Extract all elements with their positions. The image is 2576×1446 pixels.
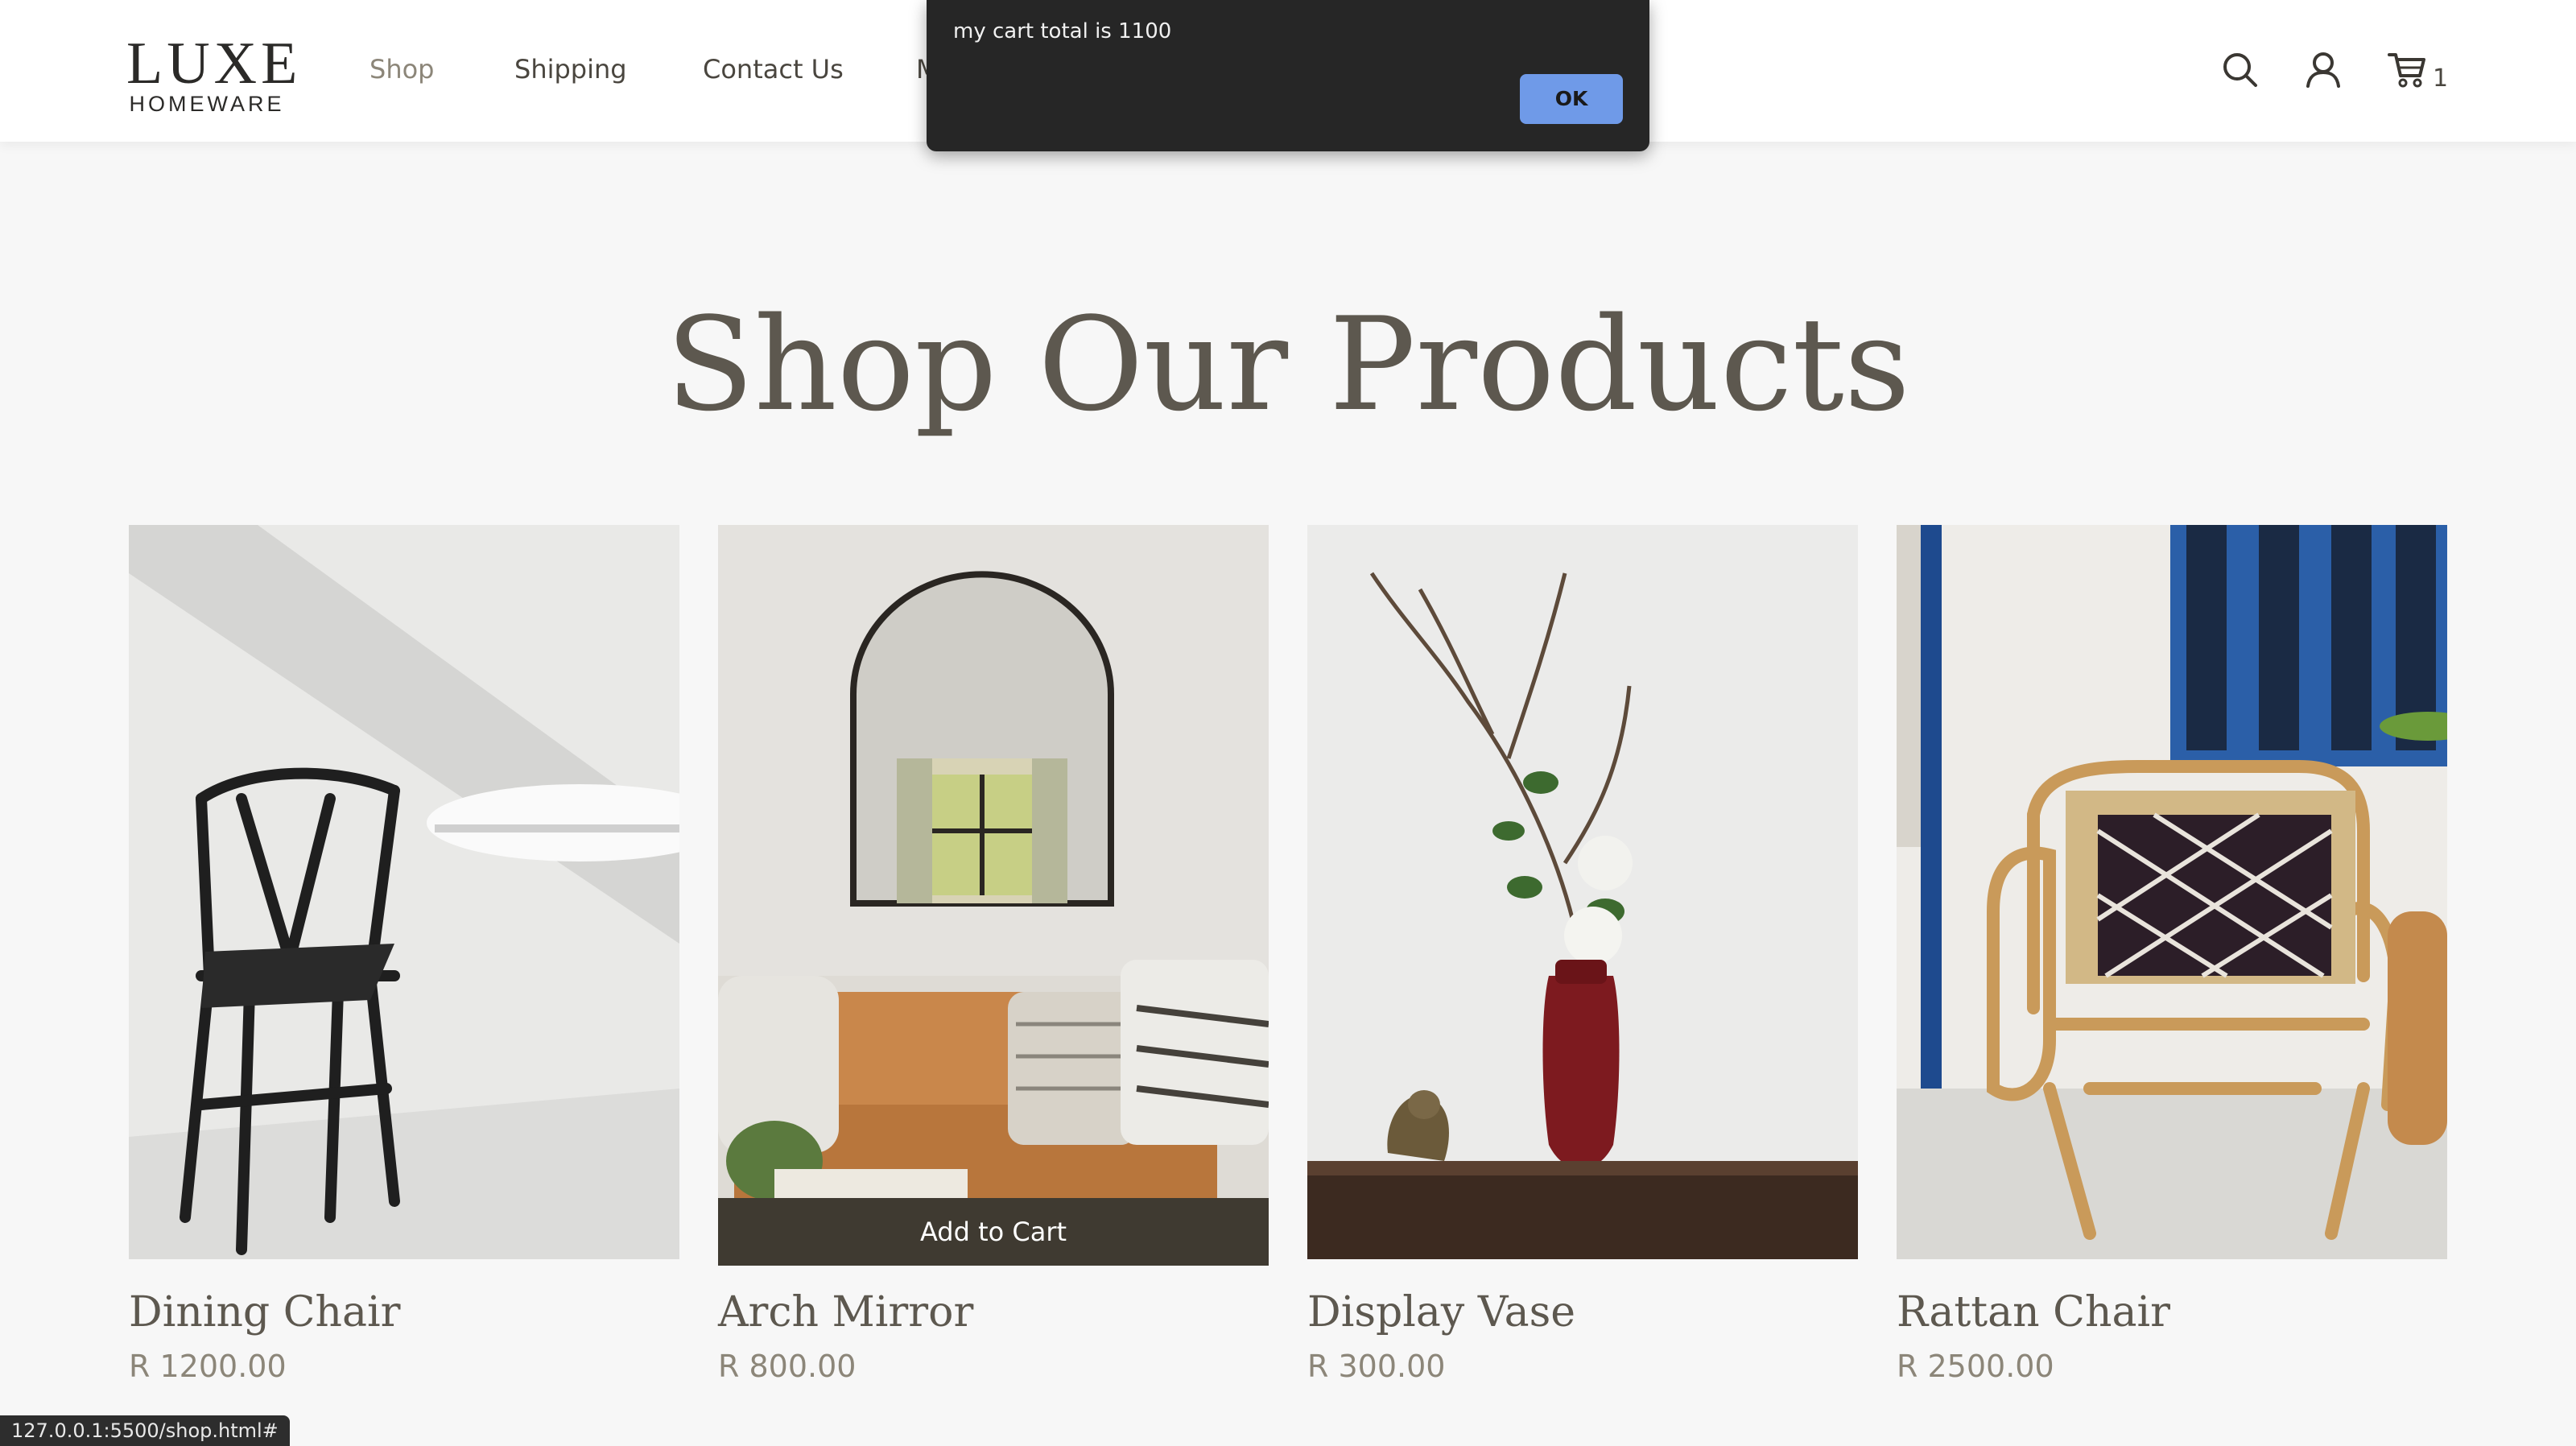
account-icon[interactable] (2304, 50, 2343, 89)
cart-count-badge: 1 (2433, 64, 2449, 93)
add-to-cart-button[interactable]: Add to Cart (718, 1198, 1269, 1266)
alert-dialog: my cart total is 1100 OK (927, 0, 1649, 151)
product-price: R 1200.00 (129, 1349, 287, 1384)
product-price: R 300.00 (1307, 1349, 1446, 1384)
product-image-rattan-chair[interactable] (1897, 525, 2447, 1259)
alert-message: my cart total is 1100 (953, 19, 1172, 43)
alert-ok-button[interactable]: OK (1520, 74, 1623, 124)
logo-main: LUXE (126, 31, 302, 97)
logo[interactable]: LUXE HOMEWARE (126, 31, 302, 116)
cart-icon[interactable] (2388, 50, 2426, 89)
nav-shipping[interactable]: Shipping (514, 53, 627, 85)
status-bar-url: 127.0.0.1:5500/shop.html# (0, 1415, 290, 1446)
nav-shop[interactable]: Shop (369, 53, 434, 85)
product-name[interactable]: Display Vase (1307, 1287, 1575, 1338)
product-price: R 2500.00 (1897, 1349, 2054, 1384)
product-image-display-vase[interactable] (1307, 525, 1858, 1259)
nav-contact-us[interactable]: Contact Us (703, 53, 844, 85)
logo-sub: HOMEWARE (129, 92, 285, 116)
product-price: R 800.00 (718, 1349, 857, 1384)
search-icon[interactable] (2220, 50, 2259, 89)
product-image-arch-mirror[interactable] (718, 525, 1269, 1259)
product-name[interactable]: Rattan Chair (1897, 1287, 2170, 1338)
product-image-dining-chair[interactable] (129, 525, 679, 1259)
page-title: Shop Our Products (666, 289, 1910, 440)
product-name[interactable]: Arch Mirror (718, 1287, 973, 1338)
product-name[interactable]: Dining Chair (129, 1287, 401, 1338)
